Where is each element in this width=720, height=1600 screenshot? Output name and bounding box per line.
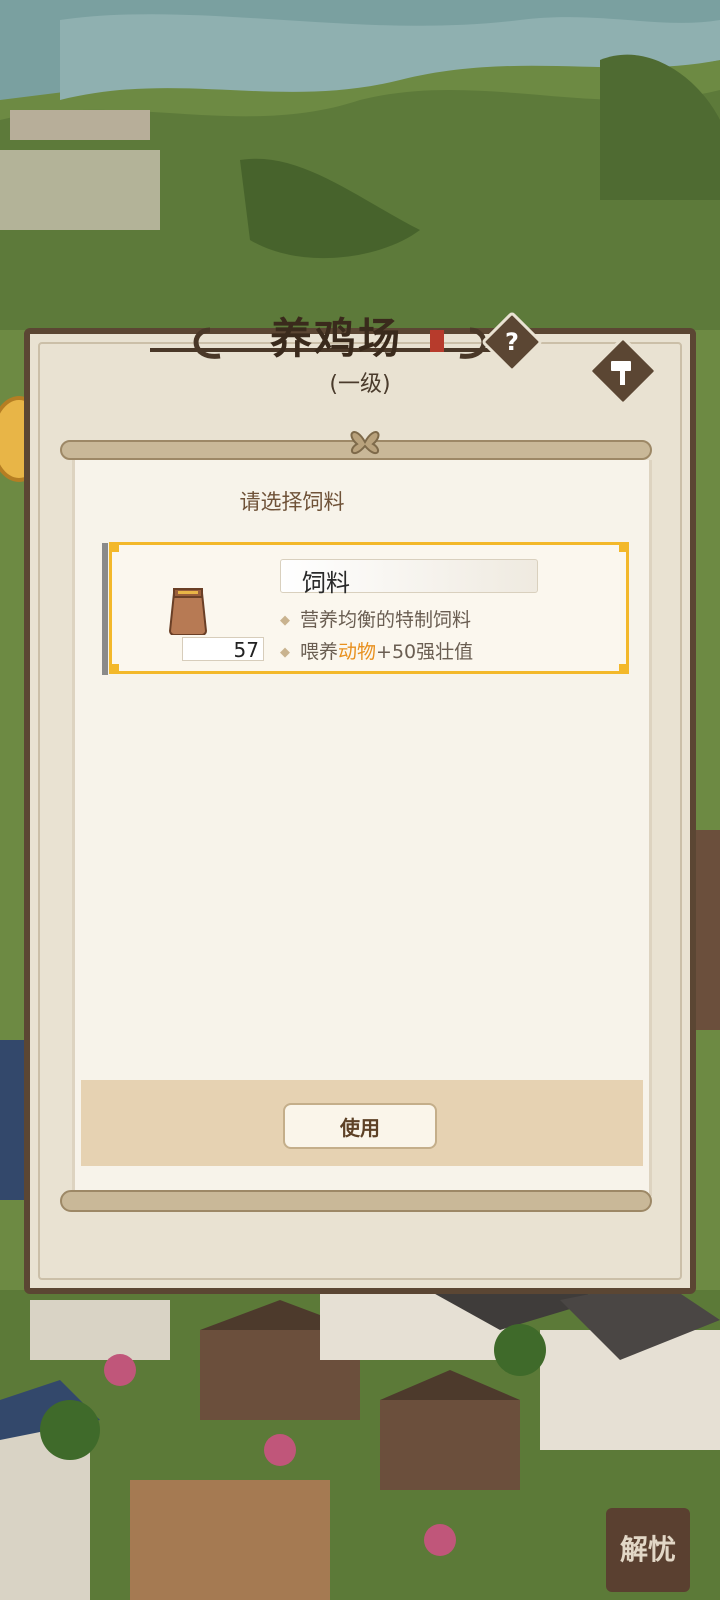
- item-count: 57: [233, 638, 259, 662]
- bullet-icon: ◆: [280, 613, 290, 628]
- card-corner: [109, 664, 119, 674]
- item-count-box: 57: [182, 637, 264, 662]
- building-level: (一级): [329, 372, 391, 397]
- item-description-2: ◆ 喂养动物+50强壮值: [280, 637, 473, 664]
- item-name: 饲料: [302, 569, 350, 597]
- card-corner: [619, 664, 629, 674]
- bullet-icon: ◆: [280, 645, 290, 660]
- desc-2-suffix: +50强壮值: [376, 641, 474, 663]
- help-icon: ?: [505, 328, 519, 356]
- desc-1-text: 营养均衡的特制饲料: [300, 609, 472, 631]
- item-description-1: ◆ 营养均衡的特制饲料: [280, 605, 471, 632]
- scroll-knot: [350, 431, 380, 455]
- card-corner: [619, 542, 629, 552]
- seal-button[interactable]: 解忧: [606, 1508, 690, 1592]
- hammer-icon: [611, 361, 631, 385]
- building-title: 养鸡场: [270, 314, 403, 363]
- desc-2-highlight: 动物: [338, 641, 377, 663]
- scroll-rod-bottom: [60, 1190, 652, 1212]
- dialog-title: 请选择饲料: [239, 490, 345, 514]
- card-corner: [109, 542, 119, 552]
- card-edge: [102, 543, 108, 675]
- feed-bag-icon: [168, 588, 208, 635]
- feed-item-card[interactable]: 57 饲料 ◆ 营养均衡的特制饲料 ◆ 喂养动物+50强壮值: [102, 542, 629, 675]
- desc-2-prefix: 喂养: [300, 641, 339, 663]
- feed-select-dialog: 请选择饲料 57 饲料 ◆ 营养均衡的特制饲料 ◆ 喂养动物+50强壮值 使用: [72, 460, 652, 1196]
- use-button[interactable]: 使用: [283, 1103, 437, 1149]
